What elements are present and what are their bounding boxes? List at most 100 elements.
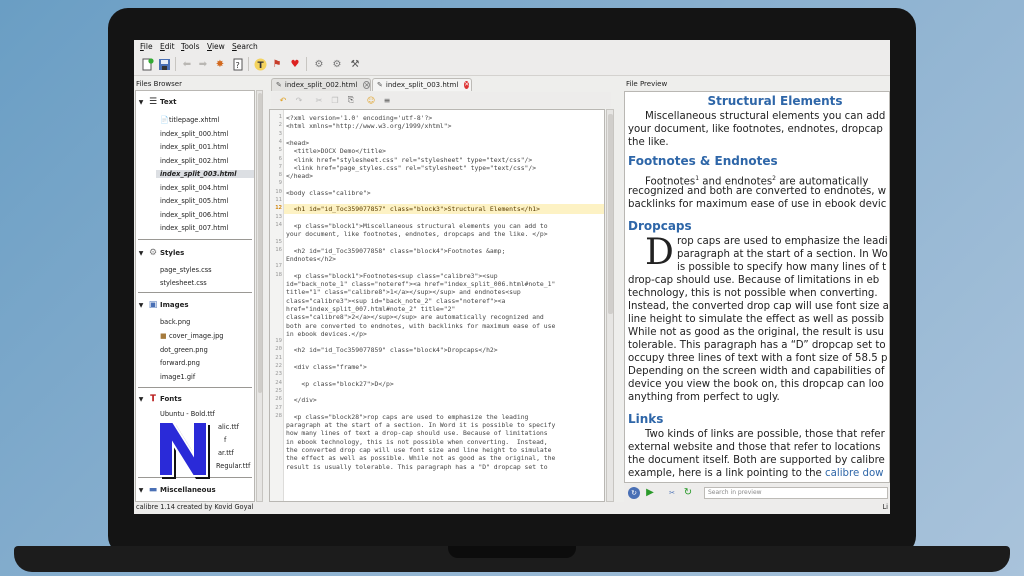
paste-icon[interactable]: ⎘ (345, 94, 357, 106)
file-item[interactable]: ■ cover_image.jpg (160, 332, 223, 340)
file-item[interactable]: 📄titlepage.xhtml (160, 116, 219, 124)
preview-text: is possible to specify how many lines of… (677, 262, 887, 273)
code-line[interactable]: in ebook devices.</p> (286, 330, 367, 338)
code-line[interactable]: how many lines of text a drop-cap should… (286, 429, 548, 437)
code-line[interactable]: <p class="block1">Footnotes<sup class="c… (286, 272, 498, 280)
tab-index-split-003[interactable]: ✎ index_split_003.html ✕ (372, 78, 472, 91)
redo-arrow-icon[interactable]: ➡ (196, 57, 210, 71)
expand-arrow-icon[interactable]: ▼ (136, 302, 146, 309)
menu-edit[interactable]: Edit (160, 42, 175, 51)
file-item[interactable]: ar.ttf (218, 449, 234, 457)
save-icon[interactable] (157, 57, 171, 71)
files-scrollbar[interactable] (256, 90, 263, 502)
code-line[interactable]: href="index_split_007.html#note_2" title… (286, 305, 455, 313)
code-line[interactable]: class="calibre3"><sup id="back_note_2" c… (286, 297, 505, 305)
code-line[interactable]: the converted drop cap will use font siz… (286, 446, 551, 454)
file-item[interactable]: back.png (160, 318, 190, 326)
close-icon[interactable]: ✕ (363, 81, 371, 89)
calibre-download-link[interactable]: calibre dow (825, 468, 883, 479)
code-line[interactable]: </head> (286, 172, 313, 180)
play-icon[interactable]: ▶ (644, 487, 656, 499)
code-line[interactable]: the effect as well as possible. While no… (286, 454, 555, 462)
code-line[interactable]: <p class="block1">Miscellaneous structur… (286, 222, 548, 230)
auto-reload-icon[interactable]: ↻ (628, 487, 640, 499)
code-line[interactable]: </div> (286, 396, 317, 404)
editor-scrollbar[interactable] (606, 109, 614, 502)
heart-icon[interactable]: ♥ (288, 57, 302, 71)
code-line[interactable]: <div class="frame"> (286, 363, 367, 371)
close-icon[interactable]: ✕ (464, 81, 470, 89)
file-item[interactable]: image1.gif (160, 373, 195, 381)
format-icon[interactable]: ≡ (381, 94, 393, 106)
check-book-icon[interactable]: ? (231, 57, 245, 71)
new-book-icon[interactable] (140, 57, 154, 71)
code-line[interactable]: <head> (286, 139, 309, 147)
refresh-icon[interactable]: ↻ (682, 487, 694, 499)
undo-icon[interactable]: ↶ (277, 94, 289, 106)
code-line[interactable]: <h1 id="id_Toc359077857" class="block3">… (286, 205, 540, 213)
smarts-icon[interactable]: ☺ (365, 94, 377, 106)
gear-icon[interactable]: ⚙ (330, 57, 344, 71)
code-line[interactable]: <html xmlns="http://www.w3.org/1999/xhtm… (286, 122, 451, 130)
file-item[interactable]: index_split_001.html (160, 143, 228, 151)
code-line[interactable]: <title>DOCX Demo</title> (286, 147, 386, 155)
category-text[interactable]: ▼ ☰ Text (136, 95, 254, 109)
split-icon[interactable]: ✂ (666, 487, 678, 499)
code-line[interactable]: <h2 id="id_Toc359077859" class="block4">… (286, 346, 498, 354)
file-item[interactable]: index_split_006.html (160, 211, 228, 219)
file-item[interactable]: f (224, 436, 226, 444)
code-line[interactable]: class="calibre8">2</a></sup></sup> are a… (286, 313, 544, 321)
redo-icon[interactable]: ↷ (293, 94, 305, 106)
wrench-icon[interactable]: ⚒ (348, 57, 362, 71)
gear-play-icon[interactable]: ⚙ (312, 57, 326, 71)
code-line[interactable]: Endnotes</h2> (286, 255, 336, 263)
file-item[interactable]: dot_green.png (160, 346, 208, 354)
code-line[interactable]: <p class="block27">D</p> (286, 380, 393, 388)
code-line[interactable]: both are converted to endnotes, with bac… (286, 322, 555, 330)
file-item[interactable]: stylesheet.css (160, 279, 207, 287)
menu-tools[interactable]: Tools (181, 42, 199, 51)
code-line[interactable]: <body class="calibre"> (286, 189, 371, 197)
menu-view[interactable]: View (207, 42, 225, 51)
file-item[interactable]: page_styles.css (160, 266, 212, 274)
magic-wand-icon[interactable]: ✸ (213, 57, 227, 71)
text-tool-icon[interactable]: T (253, 57, 267, 71)
bug-icon[interactable]: ⚑ (270, 57, 284, 71)
code-line[interactable]: in ebook technology, this is not possibl… (286, 438, 548, 446)
file-item[interactable]: Regular.ttf (216, 462, 250, 470)
file-item[interactable]: alic.ttf (218, 423, 239, 431)
tab-index-split-002[interactable]: ✎ index_split_002.html ✕ (271, 78, 371, 91)
file-item[interactable]: index_split_007.html (160, 224, 228, 232)
copy-icon[interactable]: ❐ (329, 94, 341, 106)
code-line[interactable]: <p class="block28">rop caps are used to … (286, 413, 529, 421)
menu-search[interactable]: Search (232, 42, 258, 51)
code-line[interactable]: id="back_note_1" class="noteref"><a href… (286, 280, 555, 288)
code-line[interactable]: <?xml version='1.0' encoding='utf-8'?> (286, 114, 432, 122)
expand-arrow-icon[interactable]: ▼ (136, 396, 146, 403)
code-line[interactable]: your document, like footnotes, endnotes,… (286, 230, 548, 238)
code-line[interactable]: title="1" class="calibre8">1</a></sup></… (286, 288, 521, 296)
category-miscellaneous[interactable]: ▼ ▬ Miscellaneous (136, 483, 254, 497)
category-fonts[interactable]: ▼ 𝐓 Fonts (136, 392, 254, 406)
file-item[interactable]: index_split_004.html (160, 184, 228, 192)
undo-arrow-icon[interactable]: ⬅ (180, 57, 194, 71)
code-line[interactable]: paragraph at the start of a section. In … (286, 421, 555, 429)
file-item[interactable]: forward.png (160, 359, 200, 367)
cut-icon[interactable]: ✂ (313, 94, 325, 106)
code-line[interactable]: <link href="stylesheet.css" rel="stylesh… (286, 156, 533, 164)
code-editor[interactable]: 1 <?xml version='1.0' encoding='utf-8'?> 2… (269, 109, 605, 502)
menu-file[interactable]: File (140, 42, 153, 51)
expand-arrow-icon[interactable]: ▼ (136, 487, 146, 494)
preview-search-input[interactable]: Search in preview (704, 487, 888, 499)
code-line[interactable]: result is usually tolerable. This paragr… (286, 463, 548, 471)
category-images[interactable]: ▼ ▣ Images (136, 298, 254, 312)
file-item[interactable]: index_split_000.html (160, 130, 228, 138)
code-line[interactable]: <link href="page_styles.css" rel="styles… (286, 164, 536, 172)
file-item[interactable]: index_split_002.html (160, 157, 228, 165)
category-styles[interactable]: ▼ ⚙ Styles (136, 246, 254, 260)
expand-arrow-icon[interactable]: ▼ (136, 250, 146, 257)
file-item-selected[interactable]: index_split_003.html (156, 170, 254, 178)
file-item[interactable]: index_split_005.html (160, 197, 228, 205)
expand-arrow-icon[interactable]: ▼ (136, 99, 146, 106)
code-line[interactable]: <h2 id="id_Toc359077858" class="block4">… (286, 247, 506, 255)
